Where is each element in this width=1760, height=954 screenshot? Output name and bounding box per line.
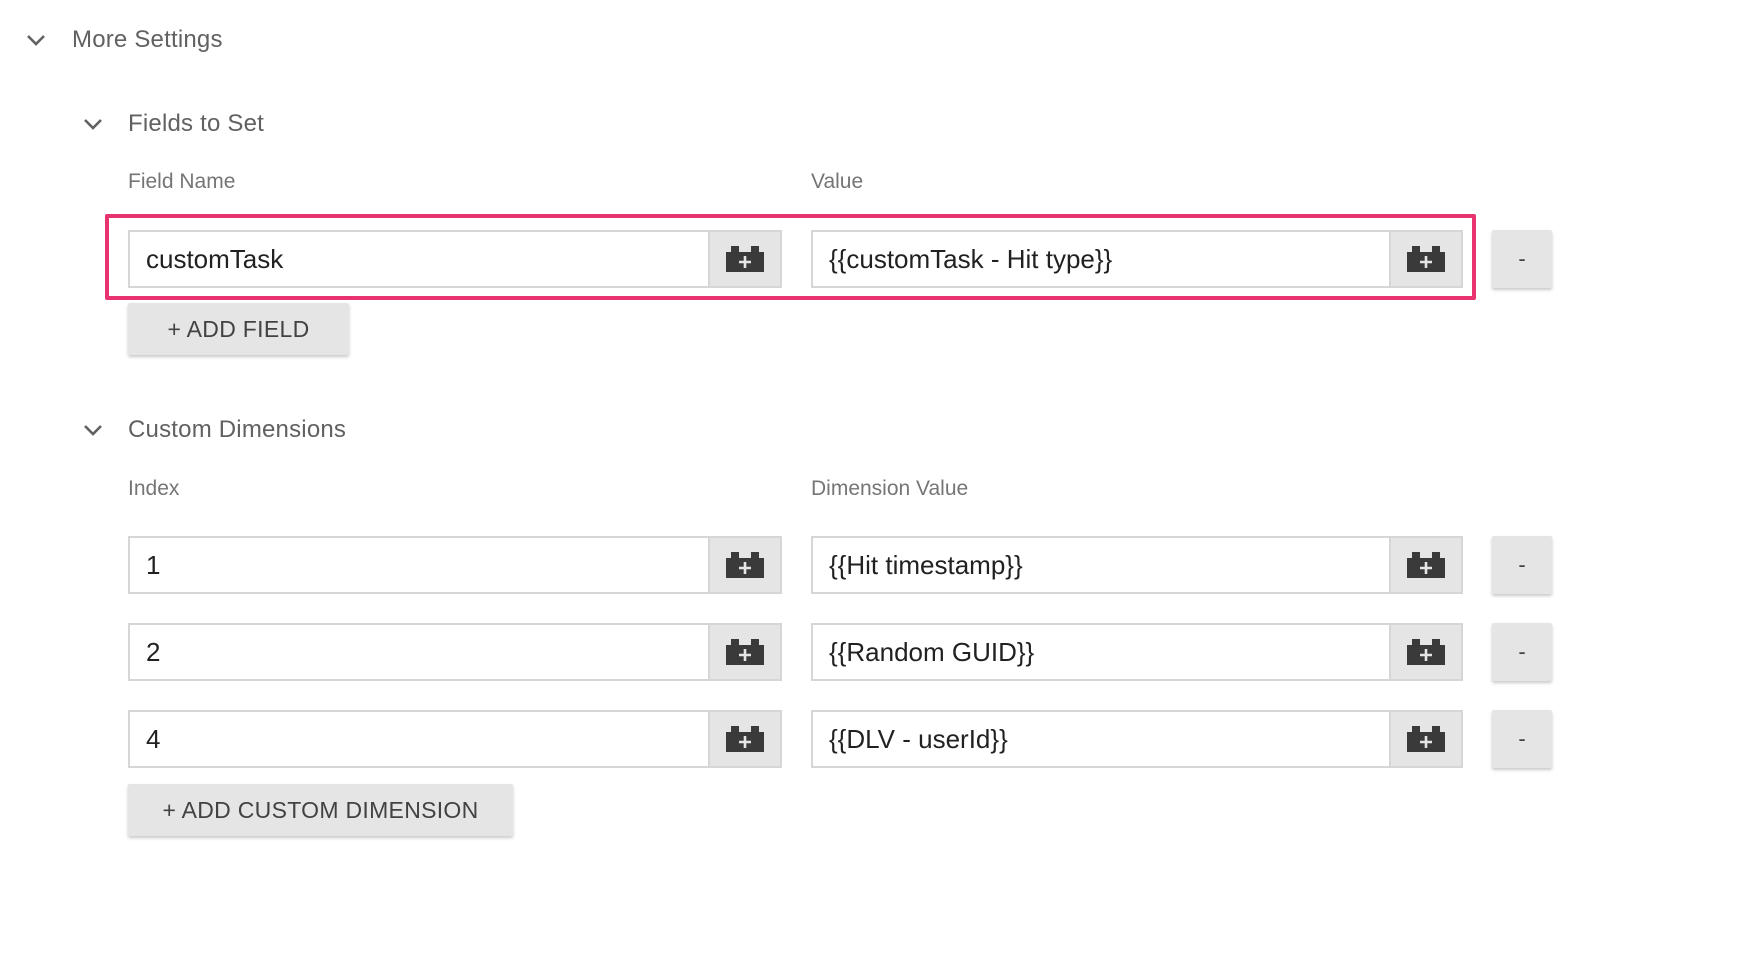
more-settings-title: More Settings [72, 26, 223, 53]
insert-variable-button[interactable] [1389, 710, 1463, 768]
dimension-value-input[interactable] [811, 536, 1389, 594]
variable-brick-icon [726, 246, 764, 272]
remove-field-button[interactable]: - [1492, 230, 1552, 288]
dimension-index-input-group [128, 536, 782, 594]
dimension-value-column-label: Dimension Value [811, 477, 969, 500]
field-value-input[interactable] [811, 230, 1389, 288]
add-custom-dimension-button[interactable]: + ADD CUSTOM DIMENSION [128, 784, 513, 836]
more-settings-toggle[interactable]: More Settings [24, 26, 223, 54]
insert-variable-button[interactable] [708, 230, 782, 288]
chevron-down-icon [27, 35, 45, 46]
fields-to-set-title: Fields to Set [128, 110, 264, 137]
chevron-down-icon [84, 119, 102, 130]
variable-brick-icon [726, 639, 764, 665]
fields-to-set-toggle[interactable]: Fields to Set [81, 110, 264, 138]
field-name-input[interactable] [128, 230, 708, 288]
insert-variable-button[interactable] [1389, 623, 1463, 681]
dimension-value-input[interactable] [811, 623, 1389, 681]
custom-dimensions-title: Custom Dimensions [128, 416, 347, 443]
insert-variable-button[interactable] [708, 710, 782, 768]
dimension-index-input-group [128, 623, 782, 681]
variable-brick-icon [1407, 639, 1445, 665]
insert-variable-button[interactable] [1389, 230, 1463, 288]
insert-variable-button[interactable] [708, 623, 782, 681]
dimension-value-input-group [811, 710, 1463, 768]
remove-dimension-button[interactable]: - [1492, 623, 1552, 681]
dimension-value-input[interactable] [811, 710, 1389, 768]
dimension-index-input[interactable] [128, 536, 708, 594]
chevron-down-icon [84, 425, 102, 436]
custom-dimensions-toggle[interactable]: Custom Dimensions [81, 416, 346, 444]
variable-brick-icon [1407, 246, 1445, 272]
remove-dimension-button[interactable]: - [1492, 710, 1552, 768]
dimension-index-input[interactable] [128, 623, 708, 681]
dimension-index-input-group [128, 710, 782, 768]
variable-brick-icon [726, 726, 764, 752]
index-column-label: Index [128, 477, 180, 500]
variable-brick-icon [1407, 552, 1445, 578]
value-column-label: Value [811, 170, 864, 193]
insert-variable-button[interactable] [708, 536, 782, 594]
dimension-value-input-group [811, 623, 1463, 681]
field-name-column-label: Field Name [128, 170, 236, 193]
field-value-input-group [811, 230, 1463, 288]
insert-variable-button[interactable] [1389, 536, 1463, 594]
variable-brick-icon [1407, 726, 1445, 752]
variable-brick-icon [726, 552, 764, 578]
field-name-input-group [128, 230, 782, 288]
dimension-index-input[interactable] [128, 710, 708, 768]
dimension-value-input-group [811, 536, 1463, 594]
remove-dimension-button[interactable]: - [1492, 536, 1552, 594]
add-field-button[interactable]: + ADD FIELD [128, 303, 349, 355]
